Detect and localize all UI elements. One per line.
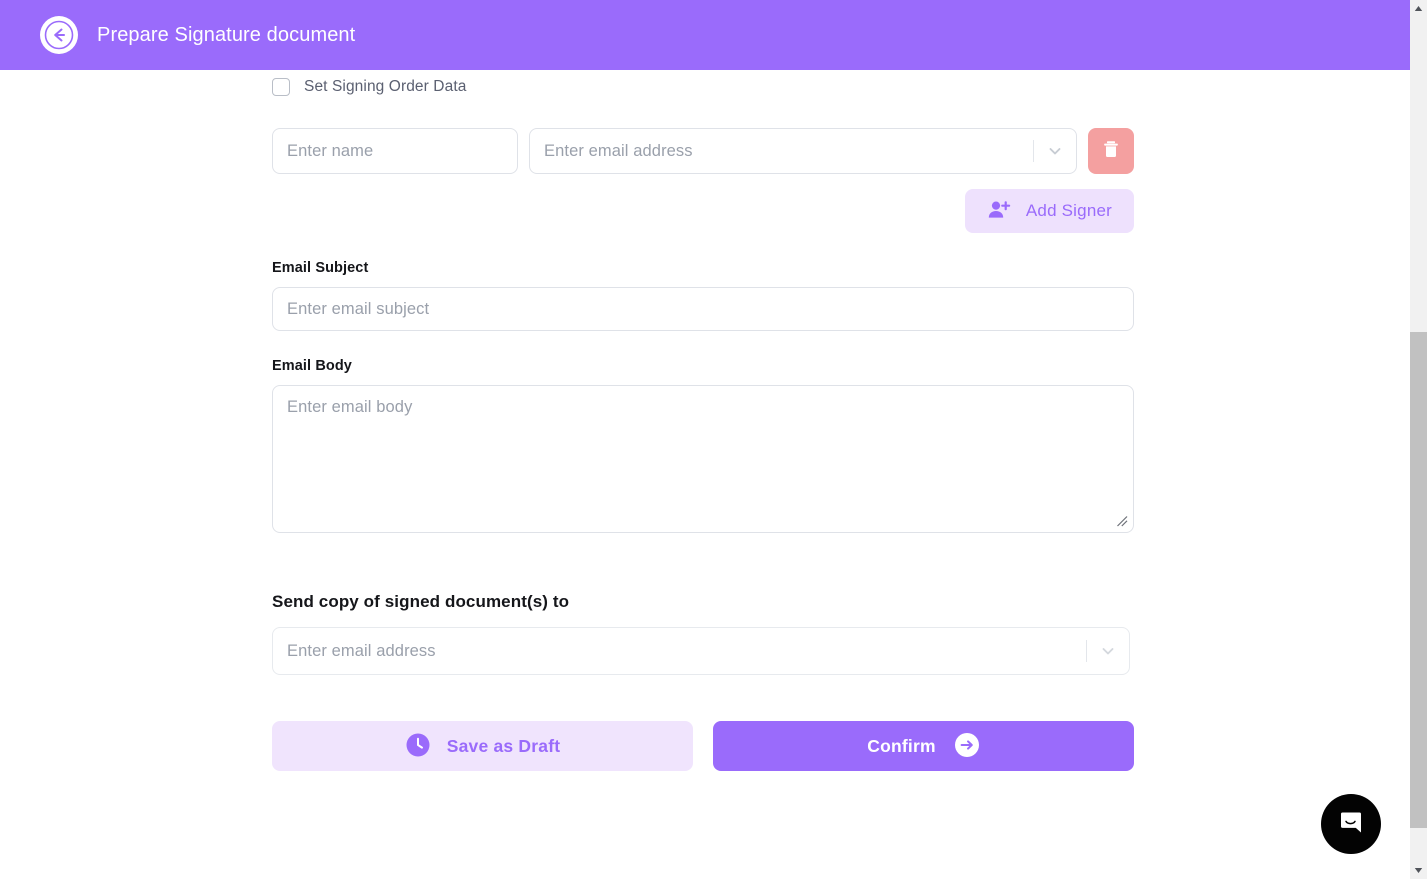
form-actions: Save as Draft Confirm [272,721,1134,771]
signer-name-placeholder: Enter name [287,141,374,160]
resize-handle-icon[interactable] [1115,514,1129,528]
chevron-down-icon[interactable] [1087,628,1129,674]
email-subject-group: Email Subject Enter email subject [272,260,1134,331]
app-root: Prepare Signature document Set Signing O… [0,0,1427,879]
signer-name-input[interactable]: Enter name [272,128,518,174]
send-copy-group: Send copy of signed document(s) to Enter… [272,592,1134,675]
scroll-down-arrow-icon[interactable] [1410,862,1427,879]
scrollbar-track-upper[interactable] [1410,17,1427,332]
set-signing-order-checkbox[interactable] [272,78,290,96]
main-content: Set Signing Order Data Enter name Enter … [0,70,1410,879]
delete-signer-button[interactable] [1088,128,1134,174]
email-body-label: Email Body [272,358,352,374]
add-signer-button[interactable]: Add Signer [964,189,1134,233]
confirm-label: Confirm [867,735,936,756]
page-header: Prepare Signature document [0,0,1410,70]
signer-email-placeholder: Enter email address [544,141,693,160]
chat-launcher-button[interactable] [1321,794,1381,854]
arrow-left-icon [40,16,78,54]
add-signer-label: Add Signer [1025,201,1112,220]
save-as-draft-label: Save as Draft [446,735,561,756]
page-title: Prepare Signature document [97,23,356,46]
confirm-button[interactable]: Confirm [713,721,1134,771]
send-copy-select-controls [1086,628,1129,674]
scrollbar-thumb[interactable] [1410,332,1427,828]
user-plus-icon [987,199,1011,224]
email-body-placeholder: Enter email body [287,398,413,416]
signature-form: Set Signing Order Data Enter name Enter … [272,70,1134,771]
email-subject-label: Email Subject [272,260,369,276]
email-subject-placeholder: Enter email subject [287,299,430,318]
set-signing-order-label: Set Signing Order Data [304,78,467,95]
page-scrollbar[interactable] [1410,0,1427,879]
signer-email-input[interactable]: Enter email address [529,128,1077,174]
arrow-right-circle-icon [954,732,980,761]
clock-icon [405,732,431,761]
add-signer-row: Add Signer [272,189,1134,233]
send-copy-title: Send copy of signed document(s) to [272,592,570,611]
trash-icon [1100,138,1122,165]
email-subject-input[interactable]: Enter email subject [272,287,1134,331]
back-button[interactable] [40,16,78,54]
signer-email-select-controls [1033,129,1076,173]
email-body-textarea[interactable]: Enter email body [272,385,1134,533]
save-as-draft-button[interactable]: Save as Draft [272,721,693,771]
chevron-down-icon[interactable] [1034,129,1076,173]
signer-row: Enter name Enter email address [272,128,1134,174]
scroll-up-arrow-icon[interactable] [1410,0,1427,17]
chat-bubble-icon [1337,808,1365,841]
send-copy-email-input[interactable]: Enter email address [272,627,1130,675]
email-body-group: Email Body Enter email body [272,358,1134,533]
send-copy-placeholder: Enter email address [287,641,436,660]
signing-order-row: Set Signing Order Data [272,76,1134,98]
